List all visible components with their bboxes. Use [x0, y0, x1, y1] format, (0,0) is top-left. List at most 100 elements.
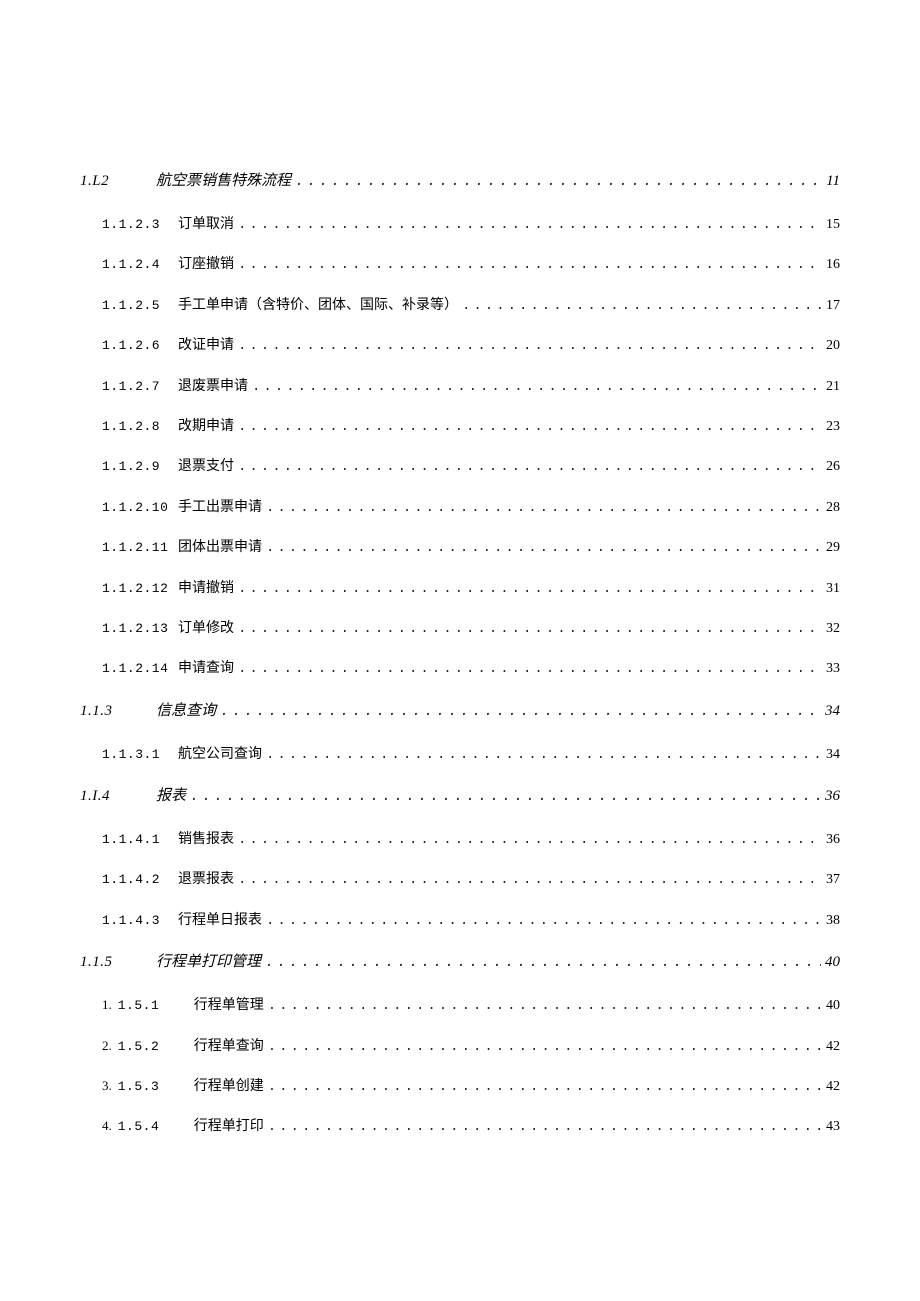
toc-title: 信息查询	[156, 699, 216, 723]
toc-dot-leader	[238, 335, 822, 357]
toc-title: 销售报表	[178, 829, 234, 851]
toc-title: 退废票申请	[178, 376, 248, 398]
toc-list-prefix: 3.	[102, 1076, 112, 1097]
toc-page-number: 32	[826, 618, 840, 640]
toc-dot-leader	[238, 618, 822, 640]
toc-page-number: 23	[826, 416, 840, 438]
toc-dot-leader	[268, 995, 822, 1017]
toc-section-row: 1.L2航空票销售特殊流程 11	[80, 169, 840, 194]
toc-page-number: 20	[826, 335, 840, 357]
toc-item-row: 1.1.2.7退废票申请21	[80, 376, 840, 398]
toc-number: 1.5.2	[118, 1037, 194, 1058]
toc-page-number: 16	[826, 254, 840, 276]
toc-number: 1.1.2.10	[102, 498, 178, 519]
toc-item-row: 1.1.2.4订座撤销 16	[80, 254, 840, 276]
toc-number: 1.1.2.8	[102, 417, 178, 438]
toc-dot-leader	[266, 497, 822, 519]
toc-dot-leader	[190, 785, 821, 809]
toc-number: 1.1.2.13	[102, 619, 178, 640]
toc-list-prefix: 4.	[102, 1116, 112, 1137]
toc-title: 行程单打印管理	[156, 950, 261, 974]
toc-list-prefix: 1.	[102, 995, 112, 1016]
toc-item-row: 1.1.2.14申请查询 33	[80, 658, 840, 680]
toc-title: 申请撤销	[178, 578, 234, 600]
toc-dot-leader	[238, 658, 822, 680]
toc-title: 订座撤销	[178, 254, 234, 276]
toc-dot-leader	[266, 910, 822, 932]
toc-title: 航空票销售特殊流程	[156, 169, 291, 193]
toc-section-row: 1.I.4报表36	[80, 784, 840, 809]
toc-dot-leader	[238, 869, 822, 891]
toc-number: 1.5.4	[118, 1117, 194, 1138]
toc-page-number: 26	[826, 456, 840, 478]
toc-title: 订单修改	[178, 618, 234, 640]
toc-title: 手工单申请（含特价、团体、国际、补录等）	[178, 295, 458, 317]
toc-number: 1.1.3.1	[102, 745, 178, 766]
toc-number: 1.1.2.3	[102, 215, 178, 236]
toc-section-row: 1.1.5行程单打印管理40	[80, 950, 840, 975]
toc-dot-leader	[252, 376, 822, 398]
toc-page-number: 38	[826, 910, 840, 932]
toc-page-number: 37	[826, 869, 840, 891]
toc-item-row: 1.1.2.3订单取消 15	[80, 214, 840, 236]
toc-dot-leader	[238, 416, 822, 438]
toc-number: 1.5.3	[118, 1077, 194, 1098]
toc-title: 手工出票申请	[178, 497, 262, 519]
toc-number: 1.1.2.7	[102, 377, 178, 398]
toc-title: 航空公司查询	[178, 744, 262, 766]
toc-page-number: 36	[825, 784, 840, 808]
toc-number: 1.1.2.5	[102, 296, 178, 317]
toc-page-number: 15	[826, 214, 840, 236]
toc-title: 改证申请	[178, 335, 234, 357]
toc-number: 1.I.4	[80, 784, 156, 808]
toc-item-row: 1.1.4.1销售报表 36	[80, 829, 840, 851]
toc-number: 1.1.4.3	[102, 911, 178, 932]
toc-title: 行程单管理	[194, 995, 264, 1017]
toc-number: 1.1.2.11	[102, 538, 178, 559]
toc-page-number: 40	[825, 950, 840, 974]
toc-title: 行程单查询	[194, 1036, 264, 1058]
toc-title: 退票报表	[178, 869, 234, 891]
toc-list-prefix: 2.	[102, 1036, 112, 1057]
toc-title: 订单取消	[178, 214, 234, 236]
toc-item-row: 1.1.4.3行程单日报表38	[80, 910, 840, 932]
toc-number: 1.1.2.9	[102, 457, 178, 478]
toc-dot-leader	[238, 456, 822, 478]
toc-page-number: 34	[825, 699, 840, 723]
toc-page-number: 33	[826, 658, 840, 680]
toc-page-number: 29	[826, 537, 840, 559]
toc-page-number: 34	[826, 744, 840, 766]
toc-dot-leader	[238, 254, 822, 276]
toc-dot-leader	[462, 295, 822, 317]
toc-dot-leader	[238, 829, 822, 851]
toc-number: 1.1.4.1	[102, 830, 178, 851]
toc-number: 1.1.4.2	[102, 870, 178, 891]
toc-title: 行程单创建	[194, 1076, 264, 1098]
toc-item-row: 1.1.2.9退票支付 26	[80, 456, 840, 478]
toc-item-row: 1.1.2.11团体出票申请29	[80, 537, 840, 559]
toc-item-row: 4.1.5.4行程单打印43	[80, 1116, 840, 1138]
toc-page-number: 42	[826, 1076, 840, 1098]
toc-dot-leader	[238, 214, 822, 236]
toc-page-number: 36	[826, 829, 840, 851]
toc-number: 1.1.2.4	[102, 255, 178, 276]
toc-item-row: 1.1.2.13订单修改 32	[80, 618, 840, 640]
toc-item-row: 1.1.2.5手工单申请（含特价、团体、国际、补录等） 17	[80, 295, 840, 317]
toc-page-number: 40	[826, 995, 840, 1017]
toc-item-row: 3. 1.5.3行程单创建 42	[80, 1076, 840, 1098]
toc-dot-leader	[266, 744, 822, 766]
toc-title: 申请查询	[178, 658, 234, 680]
toc-dot-leader	[266, 537, 822, 559]
toc-item-row: 2.1.5.2行程单查询42	[80, 1036, 840, 1058]
toc-page: 1.L2航空票销售特殊流程111.1.2.3订单取消151.1.2.4订座撤销1…	[0, 0, 920, 1139]
toc-page-number: 17	[826, 295, 840, 317]
toc-title: 退票支付	[178, 456, 234, 478]
toc-number: 1.1.3	[80, 699, 156, 723]
toc-number: 1.1.2.14	[102, 659, 178, 680]
toc-page-number: 11	[826, 169, 840, 193]
toc-number: 1.L2	[80, 169, 156, 193]
toc-item-row: 1.1.2.10手工出票申请28	[80, 497, 840, 519]
toc-number: 1.5.1	[118, 996, 194, 1017]
toc-title: 改期申请	[178, 416, 234, 438]
toc-number: 1.1.2.6	[102, 336, 178, 357]
